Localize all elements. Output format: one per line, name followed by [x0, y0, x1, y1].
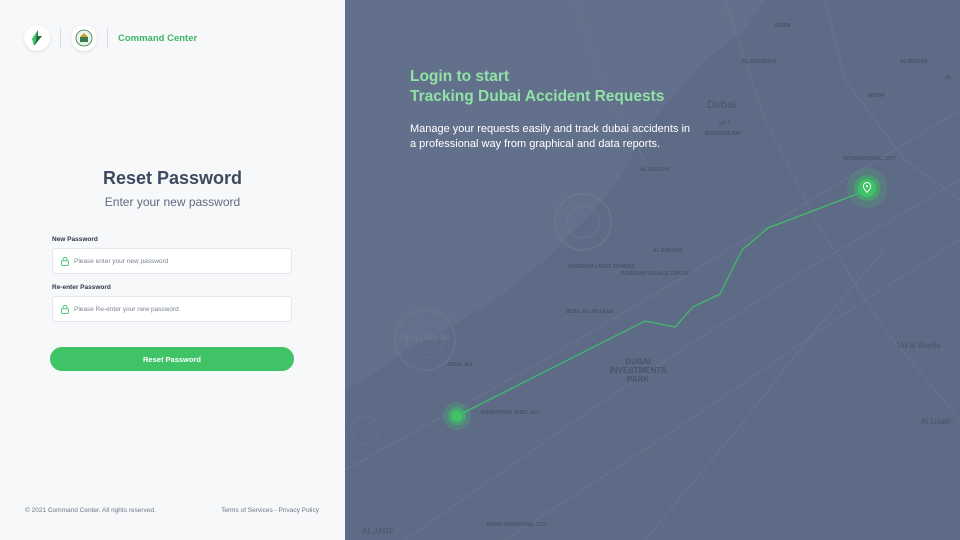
hero-title-line2: Tracking Dubai Accident Requests	[410, 88, 665, 105]
hero-description: Manage your requests easily and track du…	[410, 123, 691, 150]
copyright-text: © 2021 Command Center. All rights reserv…	[25, 507, 156, 514]
new-password-input[interactable]	[74, 257, 284, 265]
hero-title-line1: Login to start	[410, 68, 510, 85]
page-title: Reset Password	[102, 168, 243, 188]
map-label-al-barsha: AL BARSHA	[653, 248, 683, 254]
page-subtitle: Enter your new password	[104, 195, 241, 209]
map-label-al-jarf: AL JARF	[362, 527, 394, 536]
map-label-jebel-ali-village: JEBEL ALI VILLAGE	[565, 309, 614, 315]
map-label-mirdif: MIRDIF	[868, 93, 886, 99]
new-password-label: New Password	[52, 236, 98, 243]
header: Command Center	[24, 25, 197, 51]
hero-title: Login to start Tracking Dubai Accident R…	[410, 67, 664, 107]
map-label-al-lisaili: Al Lisaili	[921, 417, 951, 426]
map-panel: DEIRA AL RASHIDIYA AL MIZHAR AL MIRDIF D…	[345, 0, 960, 540]
brand-name: Command Center	[118, 32, 198, 44]
end-marker[interactable]	[858, 179, 876, 197]
map-label-dubai-ar: دبي	[718, 116, 731, 125]
map-label-downtown-jebel-ali: DOWNTOWN JEBEL ALI	[481, 410, 539, 416]
new-password-field[interactable]	[52, 248, 292, 274]
command-center-logo-icon	[32, 30, 42, 46]
map-label-dip: DUBAI INVESTMENTS PARK	[609, 357, 667, 384]
dubai-police-emblem-icon	[75, 29, 93, 47]
map-label-jebel-ali: JEBEL ALI	[447, 362, 473, 368]
map-label-business-bay: BUSINESS BAY	[705, 131, 743, 137]
reenter-password-field[interactable]	[52, 296, 292, 322]
reenter-password-label: Re-enter Password	[52, 284, 111, 291]
start-marker[interactable]	[451, 410, 463, 422]
map-label-deira: DEIRA	[775, 23, 791, 29]
map-label-ud-al-bayda: Ud al Bayda	[897, 341, 941, 350]
dubai-police-logo[interactable]	[71, 25, 97, 51]
header-divider	[60, 28, 61, 48]
map-label-palm-jebel-ali: Palm Jebel Ali	[399, 333, 450, 342]
lock-icon	[61, 256, 69, 266]
header-divider	[107, 28, 108, 48]
map-label-jumeirah-village: JUMEIRAH VILLAGE CIRCLE	[620, 271, 690, 277]
lock-icon	[61, 304, 69, 314]
reset-password-button[interactable]: Reset Password	[50, 347, 294, 371]
map-label-dubai-industrial: DUBAI INDUSTRIAL CITY	[487, 522, 548, 528]
privacy-link[interactable]: Privacy Policy	[279, 507, 319, 514]
map-label-dubai: Dubai	[707, 99, 736, 111]
map-label-al-mizhar: AL MIZHAR	[900, 59, 928, 65]
footer-separator: -	[274, 507, 277, 514]
map-label-jumeirah-lakes: JUMEIRAH LAKES TOWERS	[567, 264, 635, 270]
footer-links: Terms of Services - Privacy Policy	[221, 507, 319, 514]
command-center-logo[interactable]	[24, 25, 50, 51]
map-label-international-city: INTERNATIONAL CITY	[843, 156, 897, 162]
map-label-al-rashidiya: AL RASHIDIYA	[742, 59, 778, 65]
map-label-al: AL	[945, 75, 952, 81]
terms-link[interactable]: Terms of Services	[221, 507, 273, 514]
reenter-password-input[interactable]	[74, 305, 284, 313]
map-label-al-sufouh: AL SUFOUH	[640, 167, 670, 173]
login-panel: Command Center Reset Password Enter your…	[0, 0, 345, 540]
